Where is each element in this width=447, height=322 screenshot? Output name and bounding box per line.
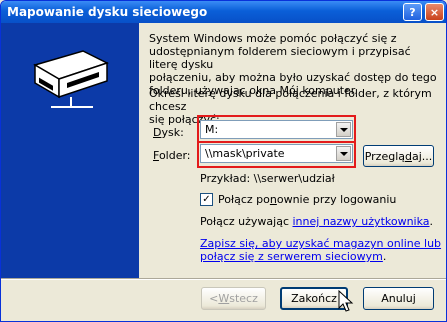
checkmark-icon: ✓ — [202, 193, 211, 205]
browse-button[interactable]: Przeglą d aj... — [363, 145, 434, 167]
signup-period: . — [382, 250, 387, 263]
other-user-link[interactable]: innej nazwy użytkownika — [293, 215, 430, 228]
help-button[interactable]: ? — [403, 3, 422, 21]
wizard-side-panel — [1, 23, 139, 278]
reconnect-label[interactable]: Połącz ponownie przy logowaniu — [218, 193, 396, 206]
drive-value: M: — [205, 123, 219, 136]
browse-label: Przeglą — [364, 149, 405, 163]
signup-text: Zapisz się, aby uzyskać magazyn online l… — [200, 237, 441, 263]
close-icon: × — [429, 5, 440, 19]
folder-combobox[interactable]: \\mask\private — [200, 144, 353, 163]
cancel-label: Anuluj — [381, 292, 416, 305]
back-label-pre: < — [209, 292, 219, 305]
window-title: Mapowanie dysku sieciowego — [7, 5, 208, 19]
drive-label-text: ysk: — [161, 126, 184, 139]
reconnect-label-pre: Połącz po — [218, 193, 270, 206]
back-label-post: stecz — [229, 292, 258, 305]
reconnect-checkbox[interactable]: ✓ — [200, 193, 213, 206]
intro-line: połączeniu, aby można było uzyskać dostę… — [149, 71, 437, 84]
drive-dropdown-button[interactable] — [336, 122, 351, 137]
mouse-pointer-icon — [338, 290, 354, 312]
reconnect-label-post: ownie przy logowaniu — [276, 193, 397, 206]
map-network-drive-dialog: Mapowanie dysku sieciowego ? × System Wi… — [0, 0, 447, 322]
title-bar[interactable]: Mapowanie dysku sieciowego ? × — [1, 1, 446, 23]
folder-value[interactable]: \\mask\private — [205, 147, 285, 160]
cancel-button[interactable]: Anuluj — [363, 287, 434, 310]
instruction-line: Określ literę dysku dla połączenia i fol… — [149, 87, 432, 113]
intro-line: udostępnianym folderem sieciowym i przyp… — [149, 45, 411, 71]
drive-select[interactable]: M: — [200, 120, 353, 139]
intro-line: System Windows może pomóc połączyć się z — [149, 32, 397, 45]
footer-divider — [1, 278, 446, 280]
connect-as-text: Połącz używając innej nazwy użytkownika. — [200, 215, 433, 228]
reconnect-label-accel: n — [269, 193, 277, 206]
folder-label: Folder: — [153, 149, 191, 162]
help-icon: ? — [409, 5, 416, 19]
folder-label-text: older: — [158, 149, 191, 162]
chevron-down-icon — [339, 151, 348, 156]
finish-label: Zakończ — [291, 292, 337, 305]
back-button[interactable]: < Wstecz — [201, 287, 266, 310]
folder-dropdown-button[interactable] — [336, 146, 351, 161]
chevron-down-icon — [339, 127, 348, 132]
back-label-accel: W — [218, 292, 230, 305]
connect-as-period: . — [429, 215, 434, 228]
browse-label-rest: aj... — [411, 149, 433, 163]
drive-label: Dysk: — [153, 126, 184, 139]
signup-link-line1[interactable]: Zapisz się, aby uzyskać magazyn online l… — [200, 237, 441, 250]
example-text: Przykład: \\serwer\udział — [200, 172, 335, 185]
network-drive-icon — [33, 50, 109, 108]
connect-as-prefix: Połącz używając — [200, 215, 293, 228]
close-button[interactable]: × — [425, 3, 444, 21]
browse-label-accel: d — [405, 149, 412, 163]
signup-link-line2[interactable]: połącz się z serwerem sieciowym — [200, 250, 383, 263]
